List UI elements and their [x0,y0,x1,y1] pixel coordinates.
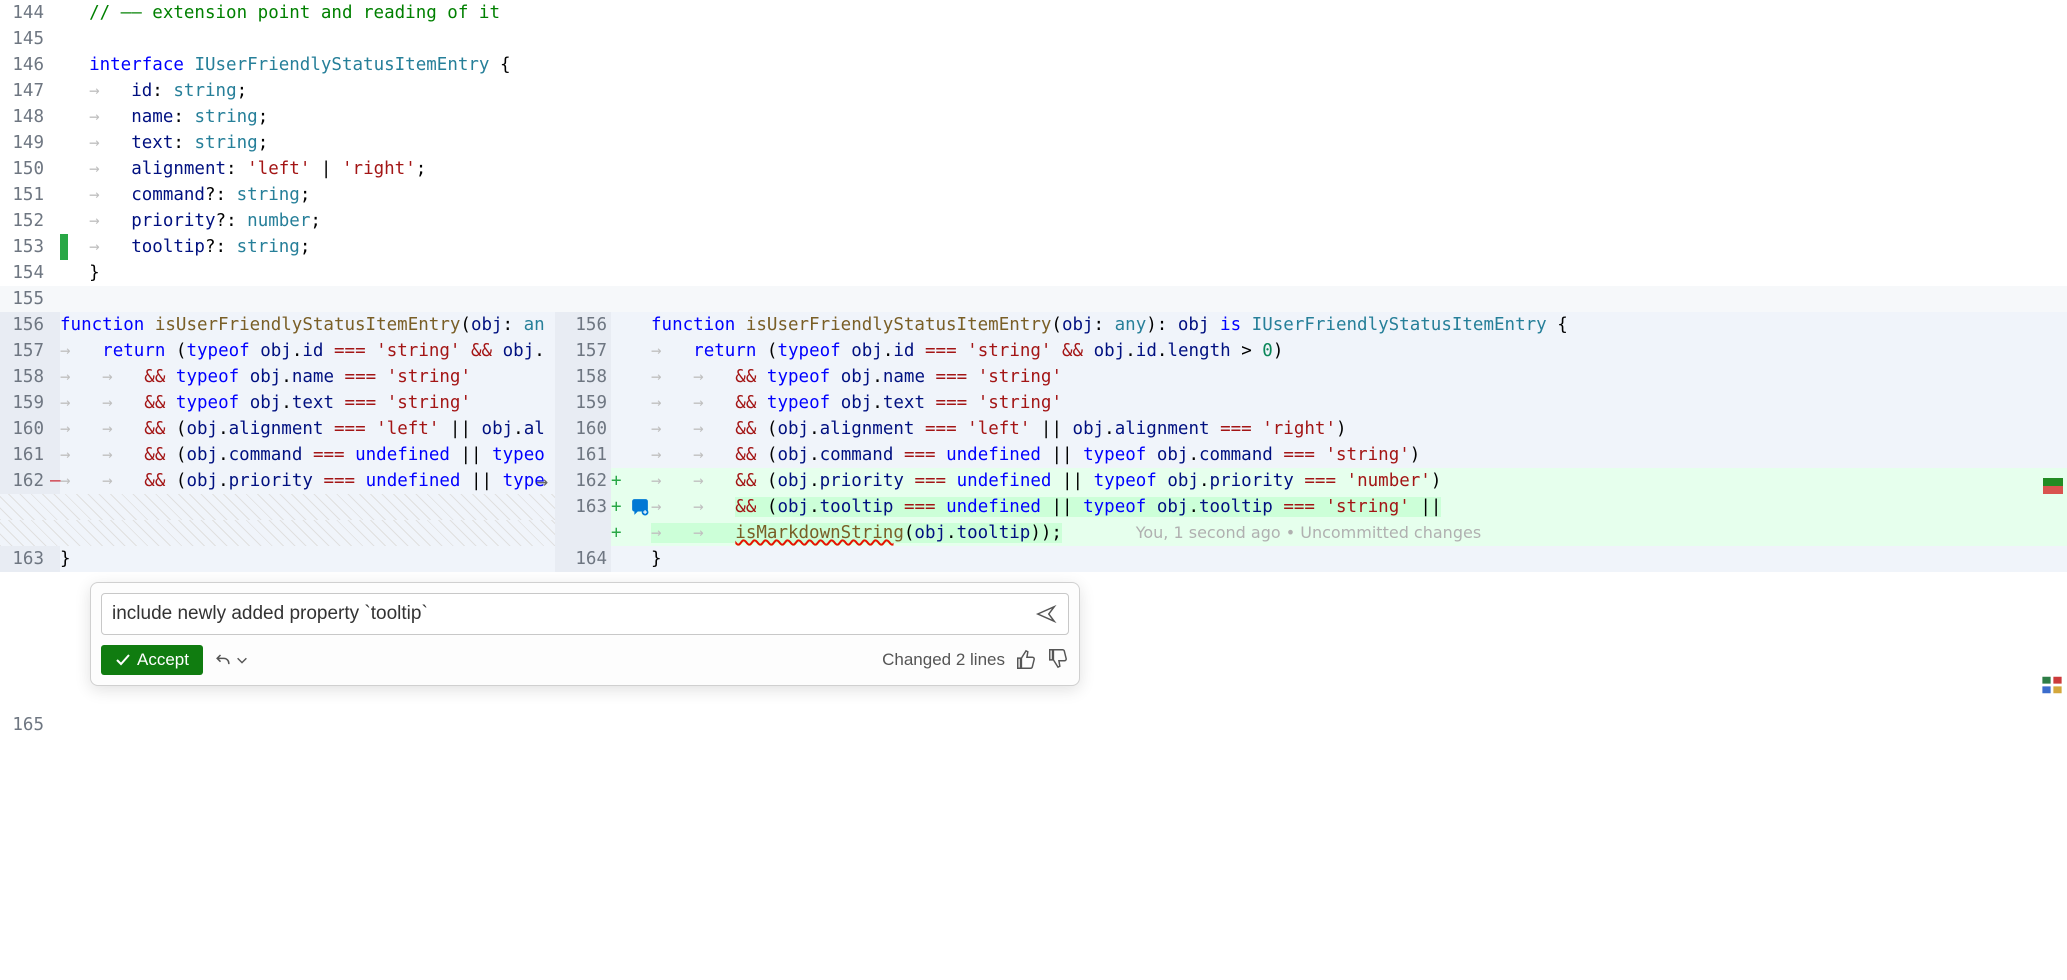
line-number: 155 [0,286,60,312]
line-number: 144 [0,0,60,26]
line-number-left: 157 [0,338,60,364]
line-number-left: 156 [0,312,60,338]
line-number: 148 [0,104,60,130]
code-line[interactable]: 144 // —— extension point and reading of… [0,0,2067,26]
changed-lines-label: Changed 2 lines [882,650,1005,670]
diff-line[interactable]: 163+ → → && (obj.tooltip === undefined |… [0,494,2067,520]
diff-arrow-icon: → [536,468,548,494]
overview-ruler-marker[interactable] [2043,478,2063,494]
line-number: 151 [0,182,60,208]
inline-chat-input-row [101,593,1069,635]
diff-line[interactable]: 158 → → && typeof obj.name === 'string' … [0,364,2067,390]
line-number-left: 160 [0,416,60,442]
line-number: 154 [0,260,60,286]
code-line[interactable]: 153 → tooltip?: string; [0,234,2067,260]
code-line[interactable]: 149 → text: string; [0,130,2067,156]
git-blame: You, 1 second ago • Uncommitted changes [1136,523,1481,542]
line-number-left: 161 [0,442,60,468]
line-number: 146 [0,52,60,78]
inline-chat-popup: Accept Changed 2 lines [90,582,1080,686]
line-number-right: 164 [555,546,611,572]
code-line[interactable]: 146 interface IUserFriendlyStatusItemEnt… [0,52,2067,78]
code-line[interactable]: 154 } [0,260,2067,286]
code-line[interactable]: 147 → id: string; [0,78,2067,104]
code-line[interactable]: 145 [0,26,2067,52]
line-number-right: 160 [555,416,611,442]
code-line[interactable]: 148 → name: string; [0,104,2067,130]
accept-label: Accept [137,650,189,670]
line-number: 147 [0,78,60,104]
line-number-right: 158 [555,364,611,390]
check-icon [115,652,131,668]
line-number: 145 [0,26,60,52]
diff-line[interactable]: 163 } 164 } [0,546,2067,572]
diff-line[interactable]: 157 → return (typeof obj.id === 'string'… [0,338,2067,364]
undo-button[interactable] [213,650,249,670]
line-number-right: 156 [555,312,611,338]
code-line[interactable]: 165 [0,712,2067,738]
diff-line[interactable]: → —162 → → && (obj.priority === undefine… [0,468,2067,494]
overview-ruler-marker[interactable] [2041,674,2063,696]
thumbs-down-button[interactable] [1047,649,1069,671]
diff-line[interactable]: 161 → → && (obj.command === undefined ||… [0,442,2067,468]
line-number-right: 163 [555,494,611,520]
diff-line[interactable]: 156 function isUserFriendlyStatusItemEnt… [0,312,2067,338]
line-number: 152 [0,208,60,234]
line-number-left: 158 [0,364,60,390]
diff-line[interactable]: + → → isMarkdownString(obj.tooltip)); Yo… [0,520,2067,546]
thumbs-up-button[interactable] [1015,649,1037,671]
line-number: 149 [0,130,60,156]
diff-line[interactable]: 160 → → && (obj.alignment === 'left' || … [0,416,2067,442]
code-line[interactable]: 152 → priority?: number; [0,208,2067,234]
inline-chat-input[interactable] [106,599,1032,629]
line-number-right: 161 [555,442,611,468]
line-number-right: 157 [555,338,611,364]
plus-marker: + [611,520,629,546]
change-marker [60,234,68,260]
line-number-right: 162 [555,468,611,494]
line-number-left: —162 [0,468,60,494]
line-number-left: 163 [0,546,60,572]
comment-add-icon[interactable] [629,494,651,520]
plus-marker: + [611,494,629,520]
accept-button[interactable]: Accept [101,645,203,675]
line-number-right: 159 [555,390,611,416]
diff-line[interactable]: 159 → → && typeof obj.text === 'string' … [0,390,2067,416]
undo-icon [213,650,233,670]
line-number-left: 159 [0,390,60,416]
line-number: 165 [0,712,60,738]
send-icon[interactable] [1032,600,1060,628]
line-number: 150 [0,156,60,182]
code-line[interactable]: 155 [0,286,2067,312]
code-line[interactable]: 151 → command?: string; [0,182,2067,208]
plus-marker: + [611,468,629,494]
line-number: 153 [0,234,60,260]
chevron-down-icon [235,653,249,667]
code-line[interactable]: 150 → alignment: 'left' | 'right'; [0,156,2067,182]
